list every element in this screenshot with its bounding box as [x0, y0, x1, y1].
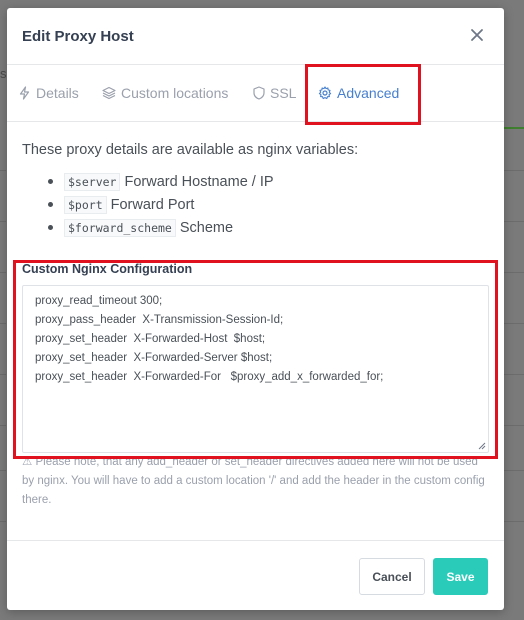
- tab-details[interactable]: Details: [18, 65, 79, 121]
- background-divider: [504, 425, 524, 426]
- background-divider: [0, 521, 6, 522]
- modal-header: Edit Proxy Host: [7, 8, 504, 65]
- background-divider: [0, 323, 6, 324]
- modal-footer: Cancel Save: [7, 540, 504, 610]
- background-divider: [504, 374, 524, 375]
- list-item: $forward_scheme Scheme: [48, 216, 489, 239]
- variable-description: Forward Hostname / IP: [124, 173, 274, 190]
- bullet: [48, 225, 53, 230]
- background-divider: [0, 272, 6, 273]
- variable-description: Scheme: [179, 219, 234, 236]
- background-divider: [0, 170, 6, 171]
- background-divider: [0, 374, 6, 375]
- background-divider: [504, 221, 524, 222]
- variable-description: Forward Port: [110, 196, 195, 213]
- close-icon[interactable]: [468, 26, 486, 44]
- background-divider: [0, 470, 6, 471]
- list-item: $server Forward Hostname / IP: [48, 170, 489, 193]
- shield-icon: [253, 86, 265, 100]
- background-divider: [504, 272, 524, 273]
- save-button[interactable]: Save: [433, 558, 488, 595]
- layers-icon: [102, 86, 116, 100]
- variable-code: $server: [64, 172, 121, 191]
- background-divider: [504, 323, 524, 324]
- highlight-box-advanced-tab: [305, 64, 421, 125]
- background-divider: [504, 170, 524, 171]
- bullet: [48, 179, 53, 184]
- background-divider: [504, 470, 524, 471]
- edit-proxy-host-modal: Edit Proxy Host Details Custom locations: [7, 8, 504, 610]
- tab-ssl-label: SSL: [270, 85, 297, 101]
- config-warning-note: ⚠ Please note, that any add_header or se…: [22, 456, 485, 506]
- background-divider: [504, 521, 524, 522]
- advanced-tab-content: These proxy details are available as ngi…: [7, 122, 504, 239]
- bullet: [48, 202, 53, 207]
- tab-bar: Details Custom locations SSL Advanced: [7, 65, 504, 122]
- list-item: $port Forward Port: [48, 193, 489, 216]
- cancel-button[interactable]: Cancel: [359, 558, 425, 595]
- highlight-box-config: [13, 260, 498, 459]
- lightning-icon: [19, 86, 30, 100]
- variable-code: $port: [64, 195, 107, 214]
- tab-ssl[interactable]: SSL: [253, 65, 296, 121]
- background-divider: [0, 221, 6, 222]
- background-green-line: [504, 127, 524, 129]
- variables-intro: These proxy details are available as ngi…: [22, 142, 359, 158]
- variable-code: $forward_scheme: [64, 218, 176, 237]
- variables-list: $server Forward Hostname / IP $port Forw…: [22, 170, 489, 239]
- tab-custom-locations-label: Custom locations: [121, 85, 229, 101]
- background-divider: [0, 425, 6, 426]
- tab-details-label: Details: [36, 85, 79, 101]
- tab-custom-locations[interactable]: Custom locations: [102, 65, 228, 121]
- modal-title: Edit Proxy Host: [22, 27, 134, 45]
